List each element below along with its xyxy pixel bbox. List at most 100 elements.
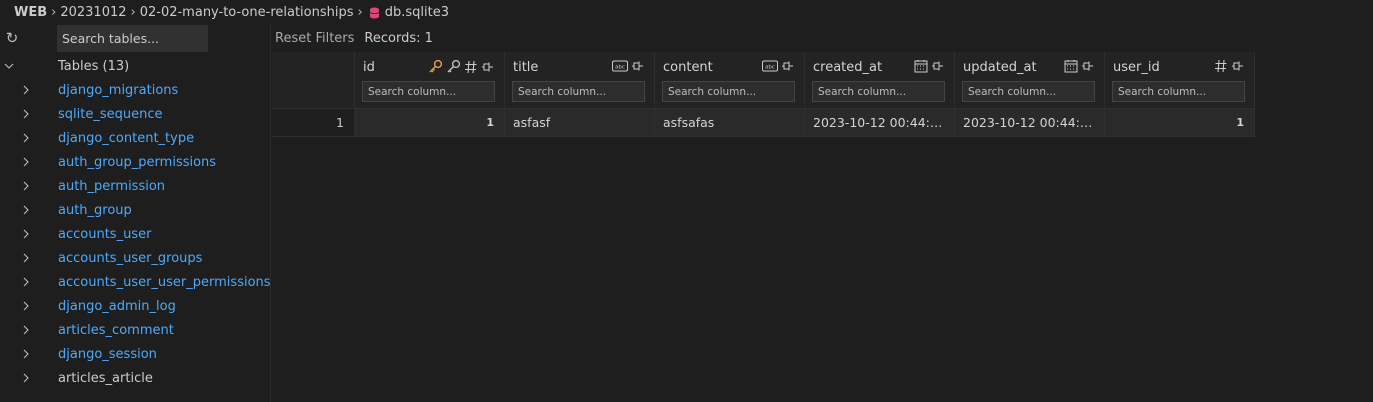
breadcrumb-subfolder[interactable]: 02-02-many-to-one-relationships [140,5,354,20]
chevron-right-icon[interactable] [21,373,31,383]
primary-key-icon [428,59,443,74]
chevron-right-icon[interactable] [21,109,31,119]
table-item-label[interactable]: articles_comment [58,323,174,338]
text-type-icon: abc [762,60,778,72]
table-item-articles-article[interactable]: articles_article [0,366,270,390]
column-header-user-id[interactable]: user_id [1105,52,1255,109]
svg-text:abc: abc [615,64,625,70]
table-item-label[interactable]: articles_article [58,371,153,386]
records-count: Records: 1 [364,31,433,46]
pin-icon[interactable] [631,59,645,73]
database-icon [369,7,379,18]
table-item-label[interactable]: auth_permission [58,179,165,194]
pin-icon[interactable] [481,60,495,74]
column-icons [914,59,945,73]
table-item-django-content-type[interactable]: django_content_type [0,126,270,150]
table-item-sqlite-sequence[interactable]: sqlite_sequence [0,102,270,126]
tables-group-label: Tables (13) [58,58,130,74]
calendar-icon [1064,59,1078,73]
table-item-label[interactable]: sqlite_sequence [58,107,163,122]
hash-icon [464,60,478,74]
table-item-label[interactable]: accounts_user [58,227,151,242]
cell-user-id[interactable]: 1 [1105,109,1255,137]
table-item-label[interactable]: django_content_type [58,131,194,146]
chevron-right-icon[interactable] [21,253,31,263]
column-search-input[interactable] [662,81,795,102]
table-item-auth-permission[interactable]: auth_permission [0,174,270,198]
column-name[interactable]: updated_at [963,60,1037,75]
cell-title[interactable]: asfasf [505,109,655,137]
table-item-django-migrations[interactable]: django_migrations [0,78,270,102]
table-item-label[interactable]: auth_group [58,203,132,218]
tables-tree: Tables (13) django_migrations sqlite_sequ… [0,54,271,390]
breadcrumb-folder[interactable]: 20231012 [60,5,126,20]
chevron-right-icon[interactable] [21,229,31,239]
table-item-accounts-user[interactable]: accounts_user [0,222,270,246]
tables-group-header[interactable]: Tables (13) [0,54,270,78]
column-search-input[interactable] [812,81,945,102]
table-item-label[interactable]: django_admin_log [58,299,176,314]
table-item-label[interactable]: django_migrations [58,83,178,98]
chevron-right-icon[interactable] [21,301,31,311]
cell-content[interactable]: asfsafas [655,109,805,137]
column-search-input[interactable] [962,81,1095,102]
breadcrumb-file[interactable]: db.sqlite3 [385,5,449,20]
column-search-input[interactable] [512,81,645,102]
pin-icon[interactable] [781,59,795,73]
cell-created-at[interactable]: 2023-10-12 00:44:56.... [805,109,955,137]
cell-id[interactable]: 1 [355,109,505,137]
reset-filters-button[interactable]: Reset Filters [275,31,354,46]
chevron-right-icon: › [357,5,363,20]
chevron-right-icon[interactable] [21,133,31,143]
tables-sidebar: ↻ Tables (13) django_migrations sqlite_se… [0,25,271,402]
table-item-label[interactable]: auth_group_permissions [58,155,216,170]
chevron-right-icon[interactable] [21,181,31,191]
table-item-label[interactable]: accounts_user_groups [58,251,202,266]
breadcrumb-workspace[interactable]: WEB [14,5,47,20]
row-number: 1 [272,109,355,137]
table-item-auth-group[interactable]: auth_group [0,198,270,222]
column-header-id[interactable]: id [355,52,505,109]
table-item-django-session[interactable]: django_session [0,342,270,366]
column-name[interactable]: content [663,60,713,75]
column-icons [1064,59,1095,73]
rownum-header [272,52,355,109]
grid-toolbar: Reset Filters Records: 1 [272,25,1373,52]
column-header-title[interactable]: title abc [505,52,655,109]
table-row[interactable]: 1 1 asfasf asfsafas 2023-10-12 00:44:56.... 2… [272,109,1255,137]
table-item-accounts-user-groups[interactable]: accounts_user_groups [0,246,270,270]
column-search-input[interactable] [362,81,495,102]
column-name[interactable]: title [513,60,538,75]
chevron-right-icon[interactable] [21,277,31,287]
table-item-django-admin-log[interactable]: django_admin_log [0,294,270,318]
column-header-content[interactable]: content abc [655,52,805,109]
pin-icon[interactable] [931,59,945,73]
column-name[interactable]: id [363,60,375,75]
data-grid: id title abc content abc created_at updated_at… [272,52,1255,137]
key-icon [446,59,461,74]
chevron-right-icon[interactable] [21,157,31,167]
chevron-right-icon[interactable] [21,325,31,335]
breadcrumb: WEB › 20231012 › 02-02-many-to-one-relat… [0,0,1373,25]
column-name[interactable]: user_id [1113,60,1160,75]
table-item-label[interactable]: django_session [58,347,157,362]
cell-updated-at[interactable]: 2023-10-12 00:44:56.... [955,109,1105,137]
column-icons [428,59,495,74]
table-item-label[interactable]: accounts_user_user_permissions [58,275,271,290]
pin-icon[interactable] [1081,59,1095,73]
column-header-updated-at[interactable]: updated_at [955,52,1105,109]
pin-icon[interactable] [1231,59,1245,73]
chevron-right-icon[interactable] [21,205,31,215]
column-header-created-at[interactable]: created_at [805,52,955,109]
search-tables-input[interactable] [57,25,208,52]
table-item-accounts-user-user-permissions[interactable]: accounts_user_user_permissions [0,270,271,294]
chevron-right-icon[interactable] [21,349,31,359]
table-item-articles-comment[interactable]: articles_comment [0,318,270,342]
chevron-right-icon[interactable] [21,85,31,95]
table-item-auth-group-permissions[interactable]: auth_group_permissions [0,150,270,174]
column-search-input[interactable] [1112,81,1245,102]
svg-text:abc: abc [765,64,775,70]
column-name[interactable]: created_at [813,60,882,75]
refresh-icon[interactable]: ↻ [4,29,20,47]
column-icons: abc [612,59,645,73]
